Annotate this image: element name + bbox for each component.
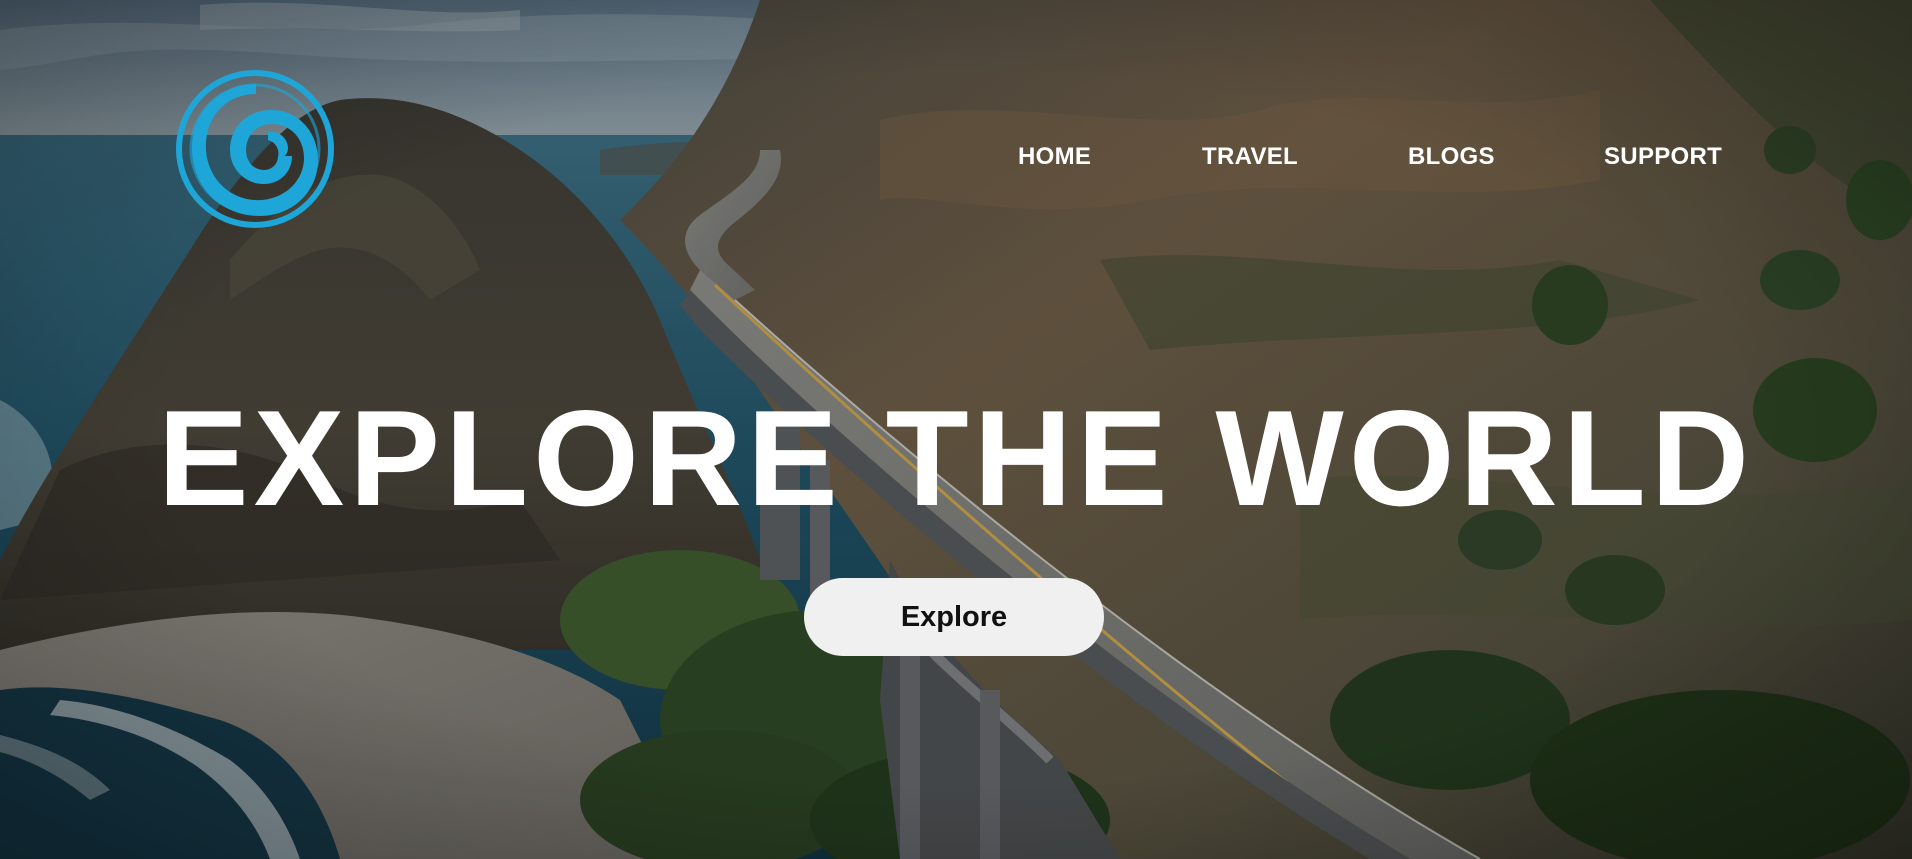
hero-section: HOME TRAVEL BLOGS SUPPORT EXPLORE THE WO… [0,0,1912,859]
nav-blogs-link[interactable]: BLOGS [1408,140,1495,174]
nav-travel-link[interactable]: TRAVEL [1202,140,1298,174]
explore-button[interactable]: Explore [804,578,1104,656]
nav-support-link[interactable]: SUPPORT [1604,140,1722,174]
main-nav: HOME TRAVEL BLOGS SUPPORT [0,140,1912,174]
hero-headline: EXPLORE THE WORLD [157,382,1755,534]
nav-home-link[interactable]: HOME [1018,140,1091,174]
